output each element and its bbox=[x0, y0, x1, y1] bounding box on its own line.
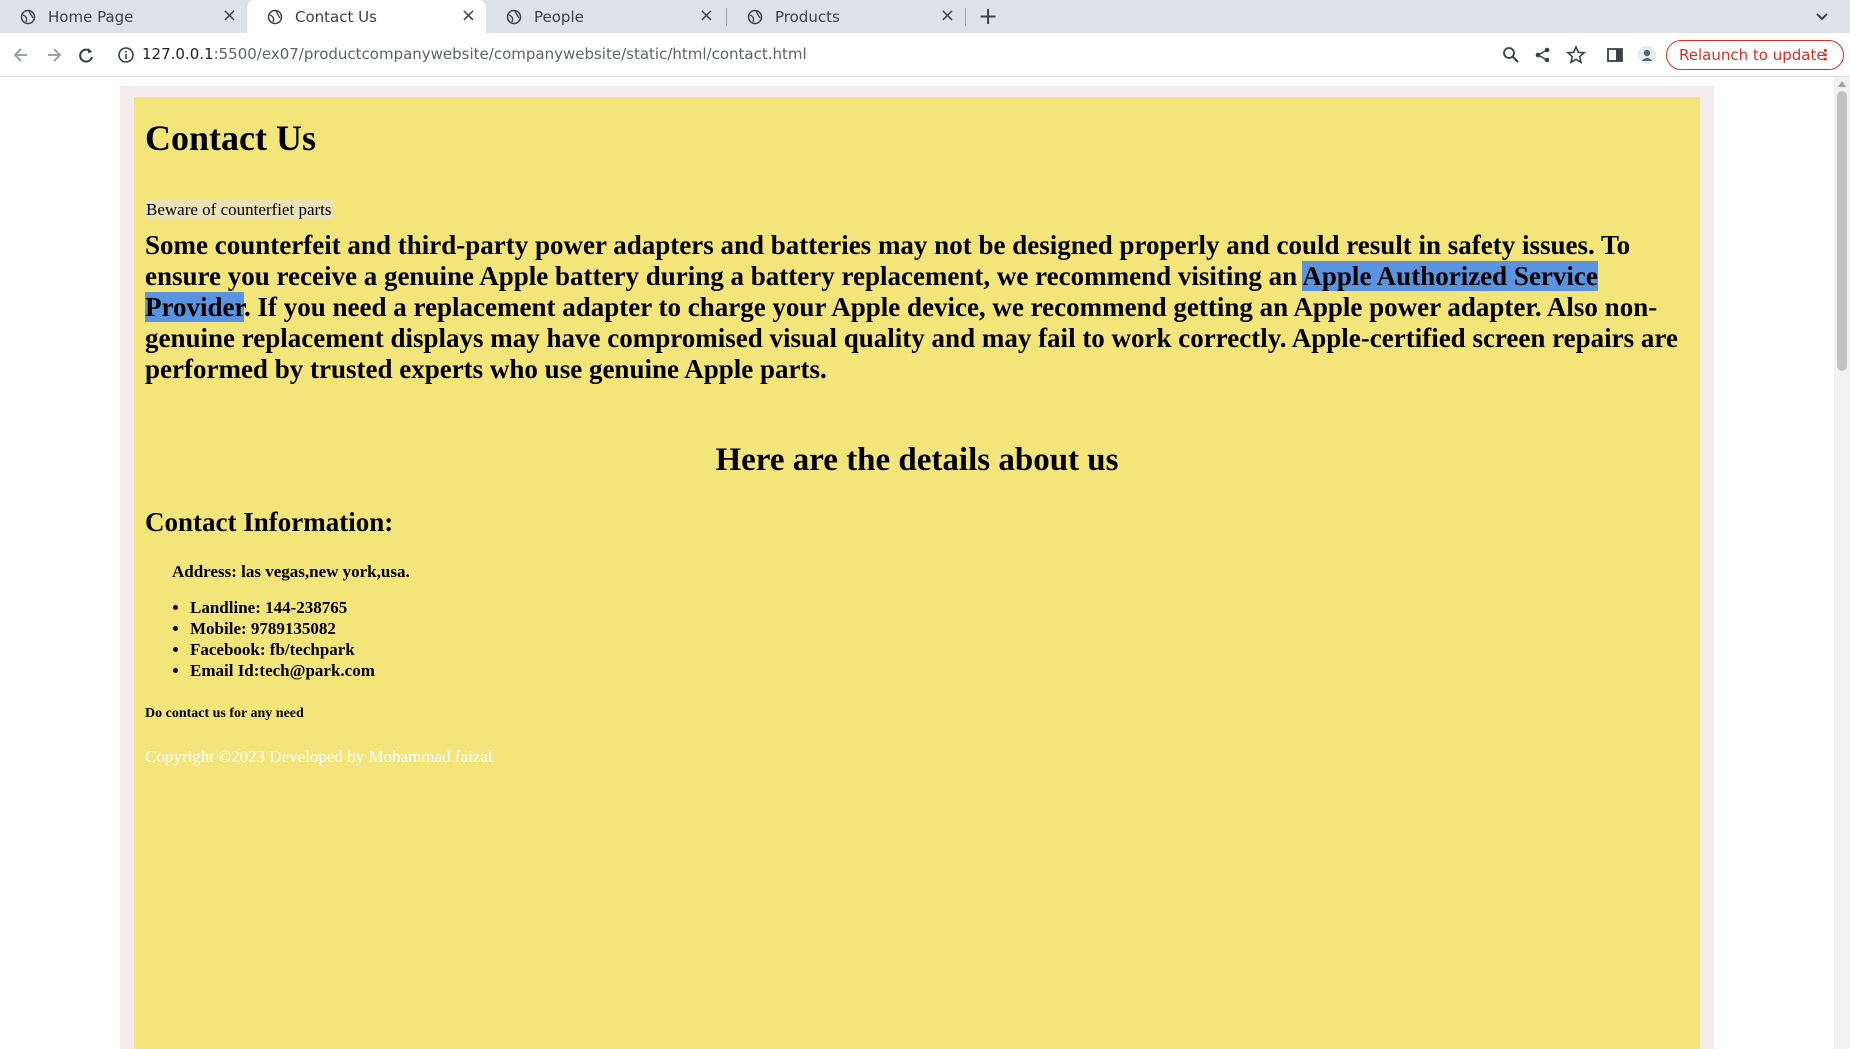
globe-icon bbox=[506, 9, 522, 24]
forward-icon[interactable] bbox=[44, 45, 64, 65]
close-icon[interactable]: × bbox=[940, 7, 955, 25]
relaunch-button[interactable]: Relaunch to update ⋮ bbox=[1666, 40, 1844, 70]
chevron-down-icon[interactable] bbox=[1812, 6, 1832, 26]
address-text: Address: las vegas,new york,usa. bbox=[172, 562, 410, 581]
reload-icon[interactable] bbox=[76, 45, 96, 65]
list-item: Facebook: fb/techpark bbox=[190, 639, 375, 660]
page-title: Contact Us bbox=[145, 118, 316, 158]
vertical-scrollbar[interactable] bbox=[1834, 77, 1850, 1049]
tab-people[interactable]: People × bbox=[486, 0, 724, 33]
page-wrapper: Contact Us Beware of counterfiet parts S… bbox=[120, 86, 1714, 1049]
list-item: Landline: 144-238765 bbox=[190, 597, 375, 618]
new-tab-button[interactable]: + bbox=[978, 4, 998, 28]
profile-avatar-icon[interactable] bbox=[1637, 45, 1657, 65]
counterfeit-paragraph: Some counterfeit and third-party power a… bbox=[145, 230, 1691, 385]
browser-toolbar: 127.0.0.1:5500/ex07/productcompanywebsit… bbox=[0, 33, 1850, 77]
globe-icon bbox=[747, 9, 763, 24]
zoom-icon[interactable] bbox=[1501, 45, 1521, 65]
tab-separator bbox=[965, 8, 966, 26]
tab-contact-us[interactable]: Contact Us × bbox=[247, 0, 486, 34]
close-icon[interactable]: × bbox=[699, 7, 714, 25]
close-icon[interactable]: × bbox=[222, 7, 237, 25]
warning-text: Beware of counterfiet parts bbox=[145, 200, 333, 220]
info-icon[interactable] bbox=[116, 45, 136, 65]
close-icon[interactable]: × bbox=[461, 7, 476, 25]
back-icon[interactable] bbox=[11, 45, 31, 65]
tab-strip: Home Page × Contact Us × People × Produc… bbox=[0, 0, 1850, 34]
page-viewport: Contact Us Beware of counterfiet parts S… bbox=[0, 77, 1850, 1049]
relaunch-label: Relaunch to update bbox=[1679, 46, 1826, 64]
url-host: 127.0.0.1 bbox=[142, 45, 214, 63]
tab-products[interactable]: Products × bbox=[727, 0, 965, 33]
contact-list: Landline: 144-238765 Mobile: 9789135082 … bbox=[172, 597, 375, 681]
bookmark-star-icon[interactable] bbox=[1566, 45, 1586, 65]
paragraph-text: . If you need a replacement adapter to c… bbox=[145, 292, 1678, 384]
side-panel-icon[interactable] bbox=[1605, 45, 1625, 65]
tab-label: Home Page bbox=[48, 7, 134, 26]
details-heading: Here are the details about us bbox=[715, 442, 1119, 478]
contact-prompt: Do contact us for any need bbox=[145, 706, 304, 721]
tab-label: Products bbox=[775, 7, 840, 26]
tab-home-page[interactable]: Home Page × bbox=[0, 0, 247, 33]
globe-icon bbox=[267, 9, 283, 25]
tab-label: People bbox=[534, 7, 584, 26]
copyright-footer: Copyright ©2023 Developed by Mohammad fa… bbox=[145, 747, 493, 766]
tab-label: Contact Us bbox=[295, 8, 377, 26]
more-menu-icon[interactable]: ⋮ bbox=[1818, 41, 1833, 69]
address-bar[interactable]: 127.0.0.1:5500/ex07/productcompanywebsit… bbox=[142, 43, 807, 65]
url-path: :5500/ex07/productcompanywebsite/company… bbox=[213, 45, 807, 63]
scroll-up-icon[interactable] bbox=[1838, 81, 1846, 87]
contact-info-heading: Contact Information: bbox=[145, 507, 394, 537]
list-item: Email Id:tech@park.com bbox=[190, 660, 375, 681]
globe-icon bbox=[20, 9, 36, 24]
scrollbar-thumb[interactable] bbox=[1837, 91, 1847, 371]
content-area: Contact Us Beware of counterfiet parts S… bbox=[134, 97, 1700, 1049]
list-item: Mobile: 9789135082 bbox=[190, 618, 375, 639]
share-icon[interactable] bbox=[1533, 45, 1553, 65]
